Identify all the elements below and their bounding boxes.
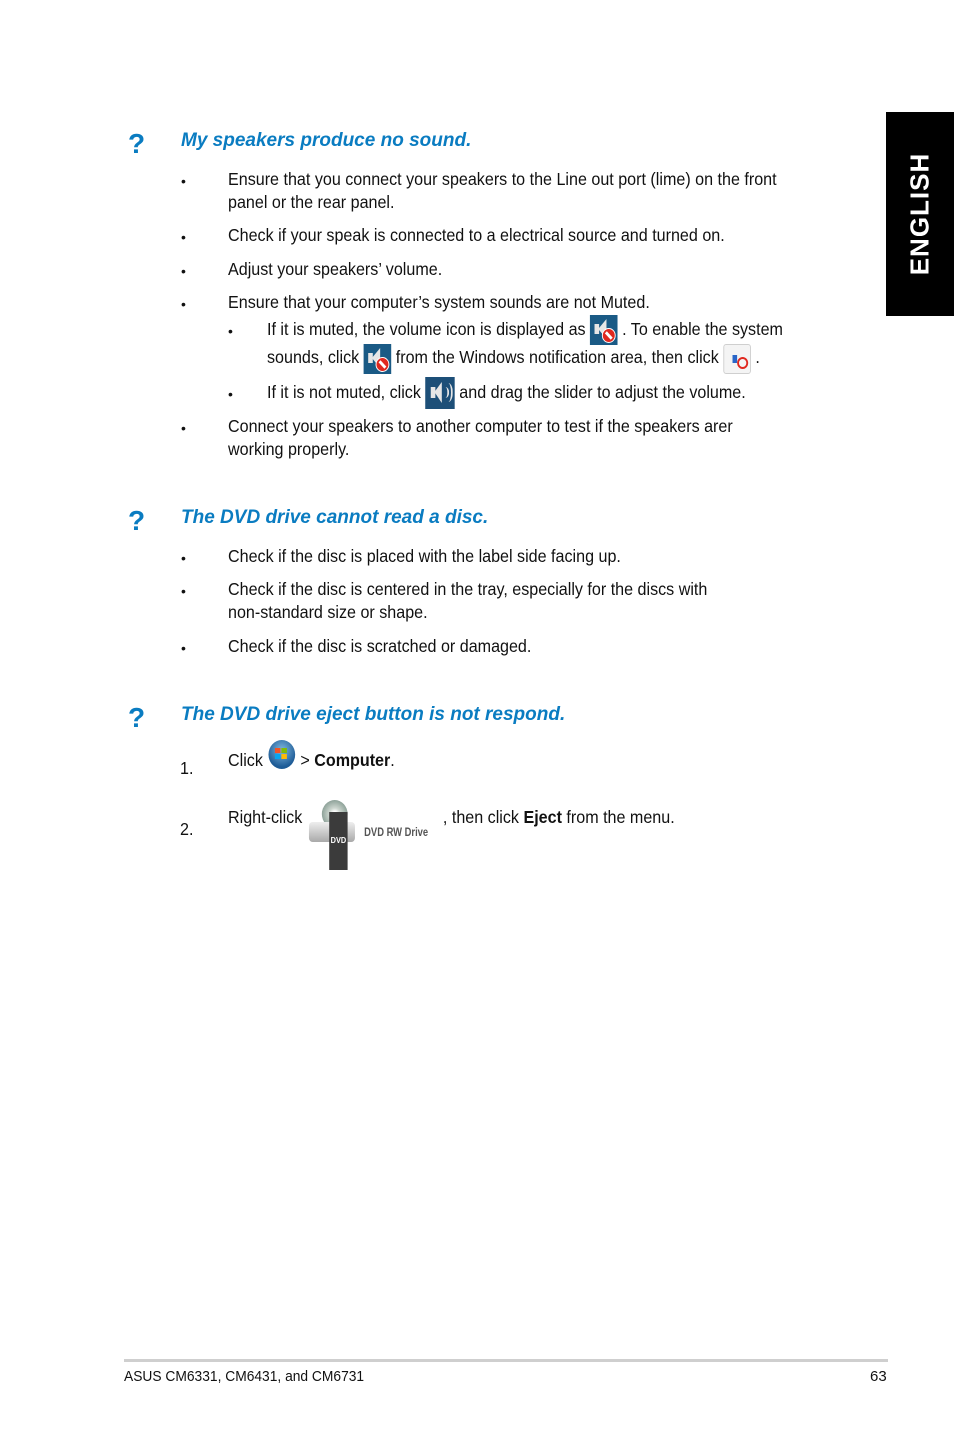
dvd-drive-name: DVD RW Drive <box>363 825 428 840</box>
list-item: Connect your speakers to another compute… <box>228 415 733 461</box>
page-number: 63 <box>870 1368 887 1385</box>
list-item: Check if your speak is connected to a el… <box>228 225 725 245</box>
step-number: 2. <box>180 819 194 839</box>
computer-label: Computer <box>314 750 391 770</box>
list-item-text: Check if the disc is centered in the tra… <box>228 579 708 599</box>
section-heading-dvd-eject: The DVD drive eject button is not respon… <box>181 704 566 725</box>
text: from the menu. <box>561 807 675 827</box>
text: > <box>295 750 315 770</box>
text: sounds, click <box>267 347 360 368</box>
bullet: • <box>181 229 186 245</box>
text: If it is not muted, click <box>267 382 421 402</box>
volume-muted-tray-icon[interactable] <box>363 343 392 374</box>
bullet: • <box>181 263 186 279</box>
language-tab-label: ENGLISH <box>904 152 935 276</box>
list-item: Adjust your speakers’ volume. <box>228 259 443 279</box>
dvd-badge: DVD <box>328 812 349 871</box>
step-2: Right-click DVD DVD RW Drive , then clic… <box>228 789 675 871</box>
text: . To enable the system <box>622 319 783 339</box>
list-item-text: working properly. <box>228 439 350 459</box>
volume-muted-icon <box>590 315 618 346</box>
list-item: Ensure that your computer’s system sound… <box>228 292 650 312</box>
dvd-drive-icon[interactable]: DVD DVD RW Drive <box>307 790 443 871</box>
footer-model-text: ASUS CM6331, CM6431, and CM6731 <box>124 1368 365 1385</box>
bullet: • <box>181 420 186 436</box>
section-heading-dvd-read: The DVD drive cannot read a disc. <box>181 507 489 528</box>
list-item-text: Connect your speakers to another compute… <box>228 416 733 436</box>
list-item-text: panel or the rear panel. <box>228 192 395 212</box>
bullet: • <box>181 296 186 312</box>
language-tab: ENGLISH <box>886 112 954 316</box>
bullet: • <box>181 583 186 599</box>
step-1: Click > Computer. <box>228 739 395 777</box>
unmute-button-icon[interactable] <box>723 343 751 374</box>
sub-list-item-not-muted: If it is not muted, click and drag the s… <box>267 375 746 410</box>
text: and drag the slider to adjust the volume… <box>459 382 746 402</box>
bullet: • <box>181 173 186 189</box>
question-icon: ? <box>128 702 146 733</box>
list-item: Ensure that you connect your speakers to… <box>228 168 777 214</box>
question-icon: ? <box>128 128 146 159</box>
list-item: Check if the disc is centered in the tra… <box>228 578 707 624</box>
list-item-text: non-standard size or shape. <box>228 602 428 622</box>
eject-label: Eject <box>523 807 562 827</box>
windows-start-icon[interactable] <box>267 739 296 771</box>
text: from the Windows notification area, then… <box>395 347 719 368</box>
text: Right-click <box>228 807 303 827</box>
sub-bullet: • <box>228 323 233 339</box>
list-item: Check if the disc is scratched or damage… <box>228 636 532 656</box>
sub-bullet: • <box>228 386 233 402</box>
text: . <box>755 347 760 368</box>
step-number: 1. <box>180 758 194 778</box>
text: If it is muted, the volume icon is displ… <box>267 319 586 339</box>
volume-icon[interactable] <box>425 377 455 410</box>
bullet: • <box>181 640 186 656</box>
text: . <box>390 750 395 770</box>
list-item: Check if the disc is placed with the lab… <box>228 546 621 566</box>
sub-list-item-muted: If it is muted, the volume icon is displ… <box>267 313 783 374</box>
text: Click <box>228 750 263 770</box>
bullet: • <box>181 550 186 566</box>
section-heading-no-sound: My speakers produce no sound. <box>181 130 472 151</box>
text: , then click <box>442 807 524 827</box>
footer-divider <box>124 1359 888 1362</box>
question-icon: ? <box>128 505 146 536</box>
list-item-text: Ensure that you connect your speakers to… <box>228 169 777 189</box>
